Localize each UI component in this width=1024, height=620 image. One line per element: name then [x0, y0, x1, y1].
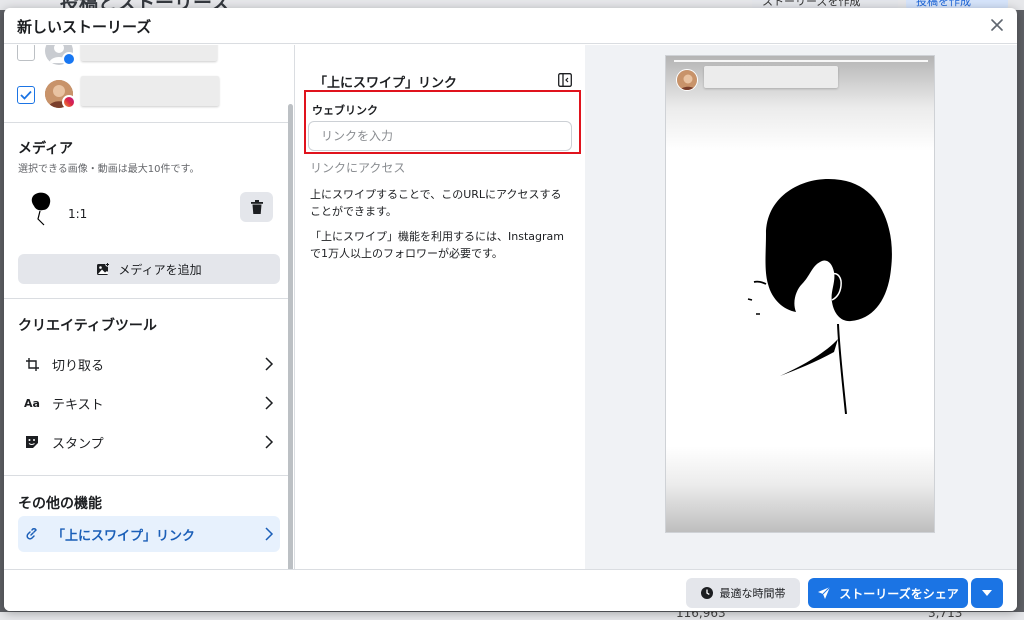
- divider: [4, 122, 288, 123]
- swipe-up-link-item[interactable]: 「上にスワイプ」リンク: [18, 516, 280, 552]
- account-checkbox-facebook[interactable]: [17, 45, 35, 61]
- add-media-label: メディアを追加: [118, 262, 202, 277]
- share-story-button[interactable]: ストーリーズをシェア: [808, 578, 968, 608]
- preview-avatar: [676, 69, 698, 91]
- share-options-dropdown[interactable]: [971, 578, 1003, 608]
- add-photo-icon: [97, 262, 111, 275]
- creative-tools-title: クリエイティブツール: [18, 318, 157, 334]
- panel-toggle-icon[interactable]: [558, 73, 572, 87]
- trash-icon: [250, 200, 263, 214]
- panel-title: 「上にスワイプ」リンク: [314, 76, 458, 91]
- tool-item-crop[interactable]: 切り取る: [18, 350, 280, 378]
- add-media-button[interactable]: メディアを追加: [18, 254, 280, 284]
- send-icon: [818, 586, 831, 599]
- media-section-subtitle: 選択できる画像・動画は最大10件です。: [18, 164, 200, 175]
- text-icon: Aa: [24, 396, 40, 410]
- tool-item-sticker[interactable]: スタンプ: [18, 428, 280, 456]
- crop-icon: [24, 356, 40, 372]
- clock-icon: [700, 587, 713, 599]
- tool-item-label: テキスト: [52, 397, 104, 413]
- follower-requirement: 「上にスワイプ」機能を利用するには、Instagramで1万人以上のフォロワーが…: [310, 230, 564, 260]
- facebook-icon: [62, 52, 76, 66]
- account-name-redacted: [81, 76, 219, 106]
- access-link-label: リンクにアクセス: [310, 161, 406, 175]
- close-button[interactable]: [987, 15, 1007, 35]
- caret-down-icon: [982, 590, 992, 596]
- woman-silhouette-illustration: [747, 178, 892, 414]
- account-name-redacted: [81, 45, 217, 61]
- instagram-icon: [62, 95, 76, 109]
- delete-media-button[interactable]: [240, 192, 273, 222]
- chevron-right-icon: [265, 435, 274, 449]
- other-features-title: その他の機能: [18, 496, 102, 512]
- media-thumbnail[interactable]: [26, 191, 56, 227]
- sidebar-scrollbar[interactable]: [288, 104, 293, 574]
- swipe-up-link-panel: 「上にスワイプ」リンク ウェブリンク リンクにアクセス 上にスワイプすることで、…: [296, 45, 584, 569]
- share-story-label: ストーリーズをシェア: [839, 586, 959, 601]
- preview-name-redacted: [704, 66, 838, 88]
- sticker-icon: [24, 434, 40, 450]
- tool-item-label: スタンプ: [52, 436, 104, 452]
- settings-sidebar: メディア 選択できる画像・動画は最大10件です。 1:1 メディアを追加 クリエ…: [4, 45, 295, 569]
- chevron-right-icon: [265, 357, 274, 371]
- divider: [4, 475, 288, 476]
- web-link-label: ウェブリンク: [312, 104, 378, 117]
- swipe-description: 上にスワイプすることで、このURLにアクセスすることができます。: [310, 188, 562, 218]
- account-row-instagram[interactable]: [17, 76, 227, 110]
- account-checkbox-instagram[interactable]: [17, 86, 35, 104]
- dialog-footer: 最適な時間帯 ストーリーズをシェア: [4, 569, 1017, 611]
- tool-item-label: 切り取る: [52, 358, 105, 374]
- best-time-label: 最適な時間帯: [719, 587, 786, 600]
- check-icon: [20, 90, 32, 100]
- chevron-right-icon: [265, 527, 274, 541]
- new-story-dialog: 新しいストーリーズ メディア 選択できる画像・動画は最大10件です。 1:1 メ…: [4, 8, 1017, 611]
- tool-item-text[interactable]: Aa テキスト: [18, 389, 280, 417]
- chevron-right-icon: [265, 396, 274, 410]
- link-icon: [24, 526, 40, 542]
- web-link-input[interactable]: [308, 121, 572, 151]
- best-time-button[interactable]: 最適な時間帯: [686, 578, 800, 608]
- account-row-facebook[interactable]: [17, 45, 227, 67]
- story-preview: [665, 55, 935, 533]
- dialog-title: 新しいストーリーズ: [17, 18, 152, 36]
- media-section-title: メディア: [18, 141, 74, 157]
- background-page-footer: 116,963 3,713: [0, 606, 1024, 620]
- dialog-header: 新しいストーリーズ: [4, 8, 1017, 44]
- story-preview-area: [585, 45, 1017, 569]
- close-icon: [991, 19, 1003, 31]
- story-progress-bar: [674, 60, 928, 62]
- swipe-up-link-label: 「上にスワイプ」リンク: [52, 528, 196, 544]
- media-aspect-ratio: 1:1: [68, 207, 88, 221]
- divider: [4, 298, 288, 299]
